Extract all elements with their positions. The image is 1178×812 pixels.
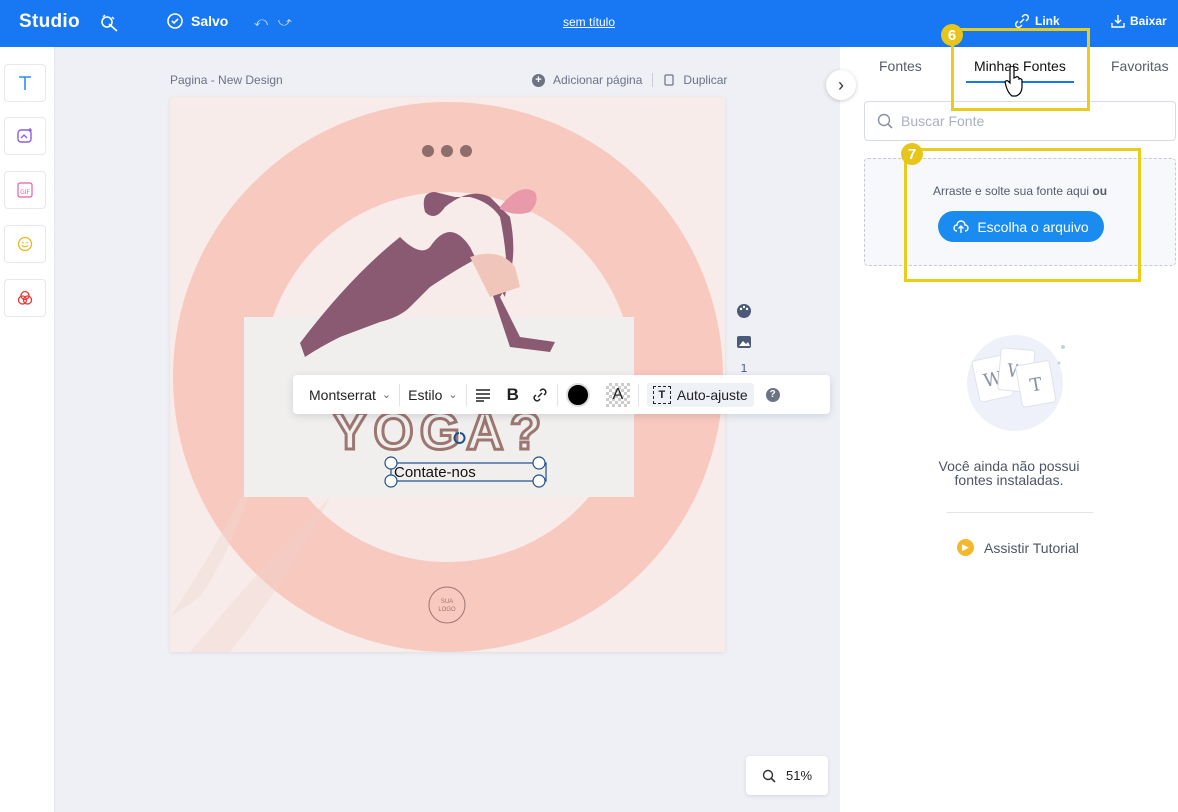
zoom-search-icon [762,769,776,783]
duplicate-icon[interactable] [663,73,675,87]
text-highlight-icon[interactable]: A [605,382,630,407]
watch-tutorial-link[interactable]: ▶ Assistir Tutorial [957,539,1079,556]
gif-tool[interactable]: GIF [4,171,46,209]
download-button[interactable]: Baixar [1111,14,1167,28]
font-search-input[interactable] [901,113,1151,129]
empty-line-1: Você ainda não possui [938,458,1080,474]
document-title[interactable]: sem título [0,15,1178,29]
divider [399,383,401,406]
page-number: 1 [740,364,748,374]
fonts-empty-illustration: W W T [967,335,1065,431]
page-actions: + Adicionar página Duplicar [532,73,727,87]
step-badge-6: 6 [941,24,963,46]
empty-line-2: fontes instaladas. [954,472,1064,488]
download-icon [1111,15,1125,28]
font-style-value: Estilo [408,386,443,403]
font-style-select[interactable]: Estilo ⌄ [408,387,457,403]
link-icon[interactable] [531,386,549,404]
image-sparkle-icon [17,128,32,143]
divider [556,383,558,406]
auto-fit-button[interactable]: T Auto-ajuste [646,382,754,407]
tab-favorites[interactable]: Favoritas [1111,58,1169,74]
dot [441,145,453,157]
text-color-swatch[interactable] [565,382,590,407]
dot [460,145,472,157]
logo-text-line2: LOGO [438,607,456,613]
font-family-select[interactable]: Montserrat ⌄ [309,387,391,403]
hand-cursor-icon [1004,66,1023,97]
search-icon [877,113,893,129]
divider [637,383,639,406]
link-label: Link [1035,14,1060,28]
resize-handle[interactable] [532,474,546,488]
divider [652,73,654,87]
image-icon[interactable] [736,334,752,350]
collapse-panel-button[interactable]: › [826,70,856,100]
svg-text:GIF: GIF [20,189,30,196]
link-icon [1015,14,1029,28]
image-tool[interactable] [4,117,46,155]
zoom-control[interactable]: 51% [746,756,828,795]
design-cta-text[interactable]: Contate-nos [394,464,476,481]
help-icon[interactable]: ? [765,387,780,402]
tutorial-label: Assistir Tutorial [984,539,1079,556]
download-label: Baixar [1130,14,1167,28]
palette-icon[interactable] [735,302,753,320]
logo-text-line1: SUA [441,599,453,605]
play-icon: ▶ [957,539,974,556]
duplicate-button[interactable]: Duplicar [683,73,727,87]
resize-handle[interactable] [532,456,546,470]
empty-state-text: Você ainda não possui fontes instaladas. [840,459,1178,487]
text-format-toolbar: Montserrat ⌄ Estilo ⌄ B A T Auto-ajuste … [293,375,830,414]
font-family-value: Montserrat [309,386,376,403]
text-tool[interactable] [4,64,46,102]
divider [465,383,467,406]
color-tool[interactable] [4,279,46,317]
zoom-level: 51% [785,768,813,783]
gif-icon: GIF [17,182,33,198]
auto-fit-label: Auto-ajuste [676,386,748,403]
tab-fonts[interactable]: Fontes [879,58,922,74]
resize-handle[interactable] [384,474,398,488]
bold-icon[interactable]: B [507,385,519,405]
step-badge-7: 7 [901,143,923,165]
divider [947,512,1093,513]
chevron-down-icon: ⌄ [381,389,392,401]
add-page-button[interactable]: Adicionar página [553,73,642,87]
chevron-right-icon: › [838,75,844,95]
text-icon [19,76,31,90]
chevron-down-icon: ⌄ [448,389,458,401]
dot [422,145,434,157]
left-toolbar: GIF [0,47,55,812]
highlight-box-7 [904,148,1141,282]
emoji-tool[interactable] [4,225,46,263]
smiley-icon [17,236,33,252]
add-page-icon[interactable]: + [532,73,545,87]
link-button[interactable]: Link [1015,14,1060,28]
auto-fit-icon: T [652,385,671,404]
overlapping-circles-icon [17,290,33,305]
resize-handle[interactable] [384,456,398,470]
align-left-icon[interactable] [475,388,491,402]
page-label: Pagina - New Design [170,73,283,87]
